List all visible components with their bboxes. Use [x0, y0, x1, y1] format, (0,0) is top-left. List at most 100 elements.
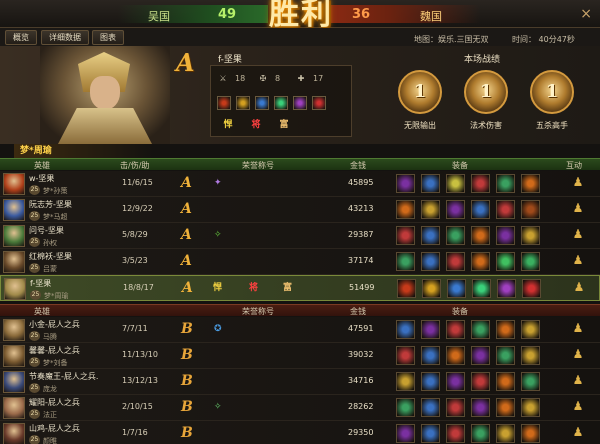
equipment-slot[interactable]	[446, 398, 465, 417]
player-avatar[interactable]	[3, 371, 25, 393]
equipment-slot[interactable]	[446, 174, 465, 193]
equipment-slot[interactable]	[521, 200, 540, 219]
close-icon[interactable]: ×	[580, 6, 592, 22]
equipment-slot[interactable]	[496, 320, 515, 339]
player-avatar[interactable]	[4, 278, 26, 300]
equipment-slot[interactable]	[446, 372, 465, 391]
equipment-slot[interactable]	[421, 174, 440, 193]
equipment-slot[interactable]	[396, 174, 415, 193]
equipment-slot[interactable]	[446, 200, 465, 219]
like-icon[interactable]: ♟	[572, 280, 586, 296]
player-avatar[interactable]	[3, 199, 25, 221]
like-icon[interactable]: ♟	[571, 227, 585, 243]
equipment-slot[interactable]	[421, 252, 440, 271]
equipment-slot[interactable]	[396, 226, 415, 245]
player-avatar[interactable]	[3, 423, 25, 444]
equipment-slot[interactable]	[496, 424, 515, 443]
equipment-slot[interactable]	[312, 96, 326, 110]
equipment-slot[interactable]	[471, 226, 490, 245]
like-icon[interactable]: ♟	[571, 201, 585, 217]
equipment-slot[interactable]	[446, 226, 465, 245]
like-icon[interactable]: ♟	[571, 373, 585, 389]
equipment-slot[interactable]	[521, 424, 540, 443]
player-row[interactable]: 小金-屁人之兵 25 马腾 7/7/11 B ✪ 47591 ♟	[0, 317, 600, 343]
player-name[interactable]: 阮志芳-坚果	[29, 199, 72, 210]
player-row[interactable]: 问号-坚果 25 孙权 5/8/29 A ✧ 29387 ♟	[0, 223, 600, 249]
player-row[interactable]: 阮志芳-坚果 25 梦*马超 12/9/22 A 43213 ♟	[0, 197, 600, 223]
player-row[interactable]: f-坚果 25 梦*周瑜 18/8/17 A 悍 将 富 51499 ♟	[0, 275, 600, 301]
like-icon[interactable]: ♟	[571, 347, 585, 363]
equipment-slot[interactable]	[446, 346, 465, 365]
equipment-slot[interactable]	[521, 346, 540, 365]
equipment-slot[interactable]	[422, 279, 441, 298]
equipment-slot[interactable]	[497, 279, 516, 298]
medal-spell-damage[interactable]: 1	[464, 70, 508, 114]
player-name[interactable]: 小金-屁人之兵	[29, 319, 80, 330]
equipment-slot[interactable]	[421, 200, 440, 219]
equipment-slot[interactable]	[274, 96, 288, 110]
like-icon[interactable]: ♟	[571, 321, 585, 337]
equipment-slot[interactable]	[396, 252, 415, 271]
player-name[interactable]: 馨馨-屁人之兵	[29, 345, 80, 356]
equipment-slot[interactable]	[255, 96, 269, 110]
player-name[interactable]: 红棉袄-坚果	[29, 251, 72, 262]
equipment-slot[interactable]	[421, 226, 440, 245]
medal-penta-kill[interactable]: 1	[530, 70, 574, 114]
equipment-slot[interactable]	[236, 96, 250, 110]
equipment-slot[interactable]	[496, 226, 515, 245]
equipment-slot[interactable]	[496, 372, 515, 391]
equipment-slot[interactable]	[421, 346, 440, 365]
player-row[interactable]: 馨馨-屁人之兵 25 梦*刘备 11/13/10 B 39032 ♟	[0, 343, 600, 369]
equipment-slot[interactable]	[446, 252, 465, 271]
player-avatar[interactable]	[3, 225, 25, 247]
tab-charts[interactable]: 图表	[92, 30, 124, 45]
player-avatar[interactable]	[3, 173, 25, 195]
player-name[interactable]: 节奏魔王-屁人之兵.	[29, 371, 98, 382]
equipment-slot[interactable]	[521, 252, 540, 271]
equipment-slot[interactable]	[421, 372, 440, 391]
equipment-slot[interactable]	[471, 424, 490, 443]
equipment-slot[interactable]	[421, 320, 440, 339]
equipment-slot[interactable]	[472, 279, 491, 298]
player-avatar[interactable]	[3, 319, 25, 341]
player-row[interactable]: w-坚果 25 梦*孙策 11/6/15 A ✦ 45895 ♟	[0, 171, 600, 197]
equipment-slot[interactable]	[446, 424, 465, 443]
player-row[interactable]: 节奏魔王-屁人之兵. 25 庞龙 13/12/13 B 34716 ♟	[0, 369, 600, 395]
equipment-slot[interactable]	[447, 279, 466, 298]
medal-unlimited-output[interactable]: 1	[398, 70, 442, 114]
equipment-slot[interactable]	[496, 252, 515, 271]
equipment-slot[interactable]	[496, 200, 515, 219]
like-icon[interactable]: ♟	[571, 175, 585, 191]
equipment-slot[interactable]	[396, 200, 415, 219]
tab-detailed-data[interactable]: 详细数据	[41, 30, 89, 45]
like-icon[interactable]: ♟	[571, 399, 585, 415]
equipment-slot[interactable]	[496, 398, 515, 417]
equipment-slot[interactable]	[471, 398, 490, 417]
equipment-slot[interactable]	[217, 96, 231, 110]
like-icon[interactable]: ♟	[571, 425, 585, 441]
player-name[interactable]: w-坚果	[29, 173, 54, 184]
equipment-slot[interactable]	[521, 174, 540, 193]
equipment-slot[interactable]	[471, 320, 490, 339]
equipment-slot[interactable]	[396, 424, 415, 443]
equipment-slot[interactable]	[522, 279, 541, 298]
equipment-slot[interactable]	[396, 346, 415, 365]
equipment-slot[interactable]	[521, 372, 540, 391]
player-name[interactable]: 问号-坚果	[29, 225, 64, 236]
player-row[interactable]: 耀阳-屁人之兵 25 法正 2/10/15 B ✧ 28262 ♟	[0, 395, 600, 421]
equipment-slot[interactable]	[496, 174, 515, 193]
equipment-slot[interactable]	[521, 320, 540, 339]
equipment-slot[interactable]	[293, 96, 307, 110]
equipment-slot[interactable]	[471, 252, 490, 271]
equipment-slot[interactable]	[496, 346, 515, 365]
equipment-slot[interactable]	[446, 320, 465, 339]
equipment-slot[interactable]	[396, 398, 415, 417]
equipment-slot[interactable]	[521, 398, 540, 417]
equipment-slot[interactable]	[396, 320, 415, 339]
equipment-slot[interactable]	[396, 372, 415, 391]
equipment-slot[interactable]	[471, 372, 490, 391]
player-avatar[interactable]	[3, 397, 25, 419]
player-name[interactable]: 山鸡-屁人之兵	[29, 423, 80, 434]
equipment-slot[interactable]	[521, 226, 540, 245]
player-row[interactable]: 山鸡-屁人之兵 25 颜睢 1/7/16 B 29350 ♟	[0, 421, 600, 444]
